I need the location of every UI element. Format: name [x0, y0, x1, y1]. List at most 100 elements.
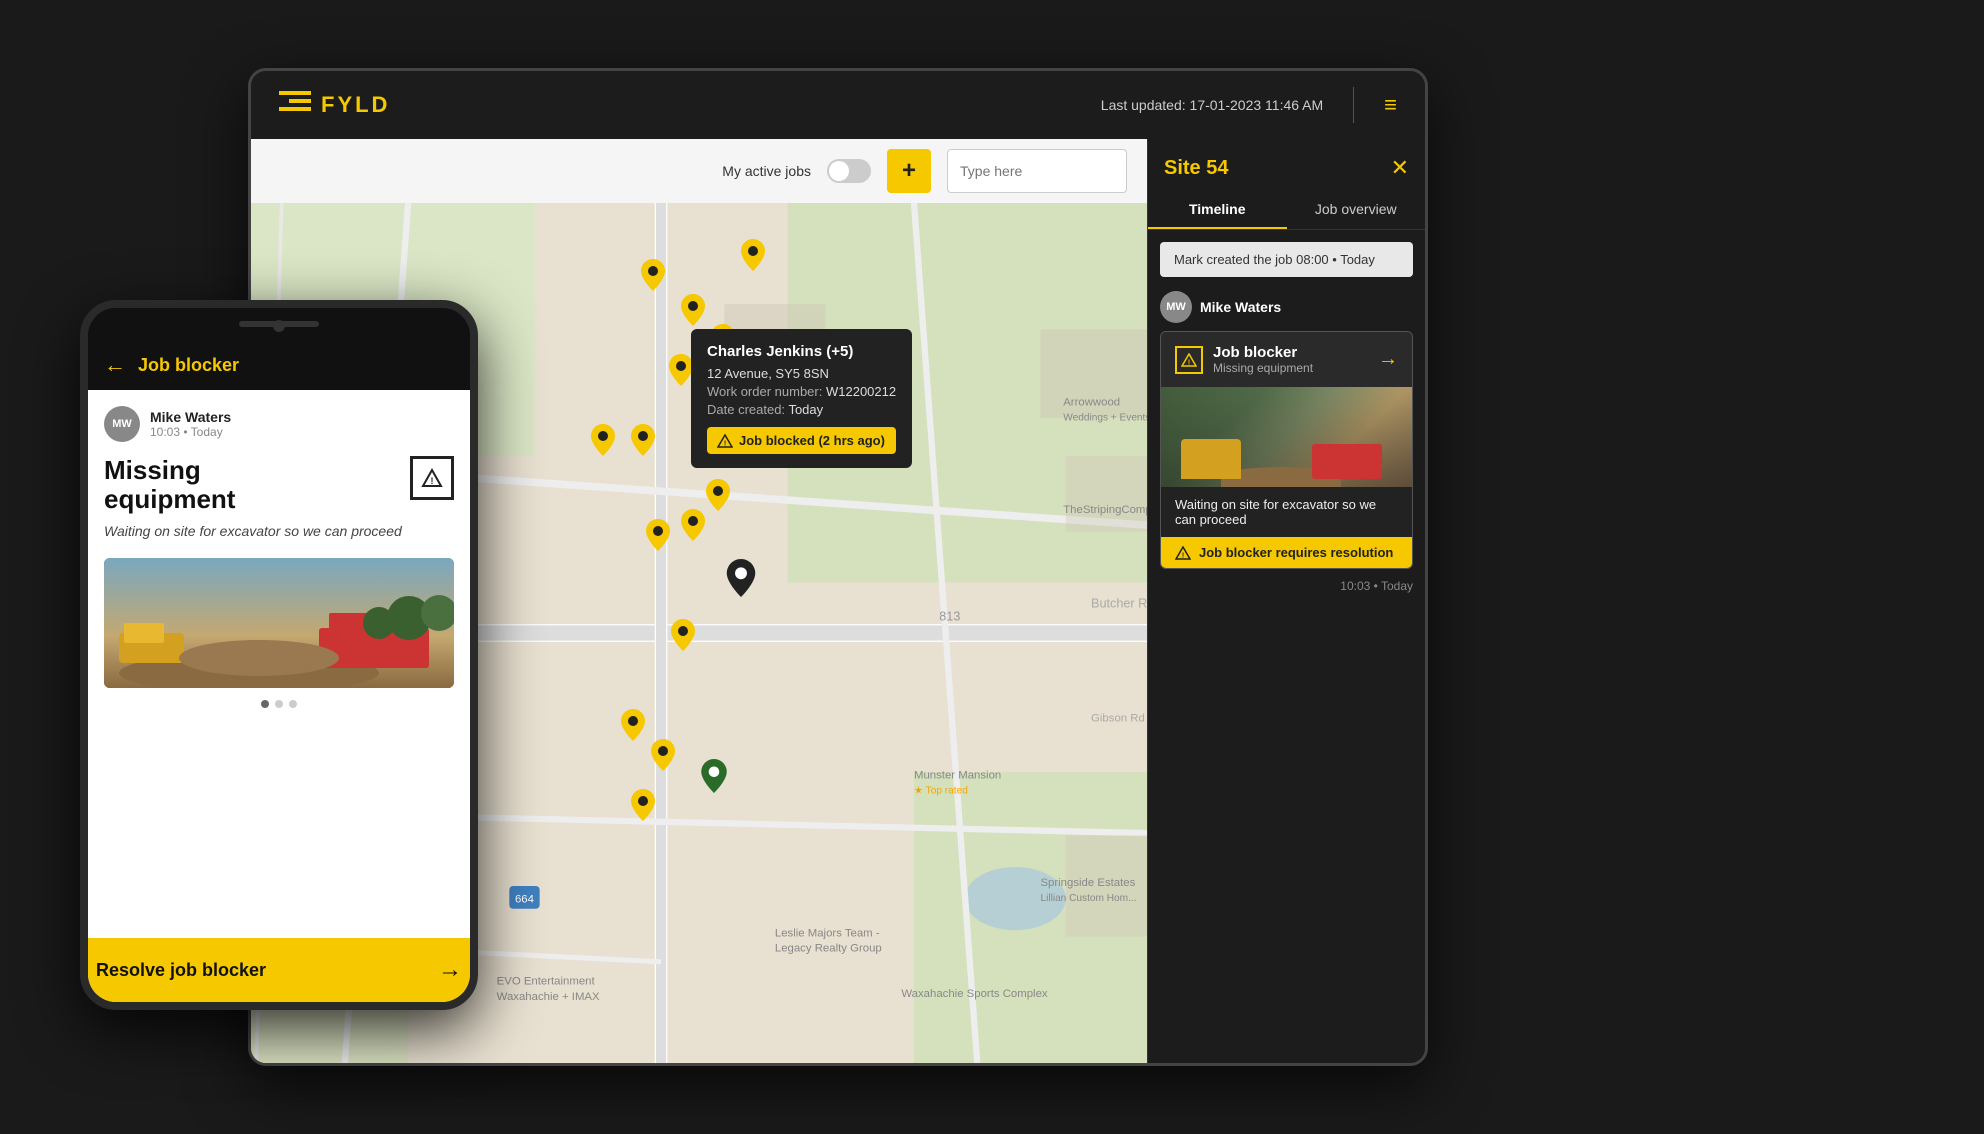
tab-timeline[interactable]: Timeline — [1148, 191, 1287, 229]
map-popup[interactable]: Charles Jenkins (+5) 12 Avenue, SY5 8SN … — [691, 329, 912, 468]
svg-text:664: 664 — [515, 893, 534, 905]
popup-name: Charles Jenkins (+5) — [707, 343, 896, 360]
svg-text:!: ! — [1182, 552, 1184, 559]
phone-app: ← Job blocker MW Mike Waters 10:03 • Tod… — [88, 340, 470, 1002]
tablet-topbar: FYLD Last updated: 17-01-2023 11:46 AM ≡ — [251, 71, 1425, 139]
job-blocker-sub: Missing equipment — [1213, 361, 1313, 375]
phone-user-row: MW Mike Waters 10:03 • Today — [104, 406, 454, 442]
map-pin[interactable] — [741, 239, 765, 271]
user-avatar: MW — [1160, 291, 1192, 323]
phone-description: Waiting on site for excavator so we can … — [104, 521, 454, 542]
map-pin[interactable] — [631, 789, 655, 821]
fyld-logo-text: FYLD — [321, 92, 390, 118]
svg-text:Legacy Realty Group: Legacy Realty Group — [775, 943, 882, 955]
right-panel-tabs: Timeline Job overview — [1148, 191, 1425, 230]
svg-text:★ Top rated: ★ Top rated — [914, 786, 968, 797]
warning-icon: ! — [1175, 346, 1203, 374]
map-pin[interactable] — [681, 294, 705, 326]
phone-user-info: Mike Waters 10:03 • Today — [150, 409, 231, 439]
svg-text:Springside Estates: Springside Estates — [1040, 877, 1135, 889]
svg-text:813: 813 — [939, 609, 960, 623]
dot-1 — [261, 700, 269, 708]
job-blocker-title: Job blocker — [1213, 344, 1313, 361]
resolve-job-blocker-button[interactable]: Resolve job blocker → — [80, 938, 478, 1002]
svg-text:Arrowwood: Arrowwood — [1063, 396, 1120, 408]
job-blocker-arrow[interactable]: → — [1378, 348, 1398, 371]
job-blocked-badge: ! Job blocked (2 hrs ago) — [707, 427, 896, 454]
map-pin-green[interactable] — [701, 759, 727, 793]
site-title: Site 54 — [1164, 157, 1228, 180]
add-job-button[interactable]: + — [887, 149, 931, 193]
fyld-logo-icon — [279, 91, 311, 119]
phone-user-time: 10:03 • Today — [150, 425, 231, 439]
phone-missing-title: Missing equipment — [104, 456, 235, 513]
last-updated-text: Last updated: 17-01-2023 11:46 AM — [1101, 97, 1323, 113]
svg-text:Munster Mansion: Munster Mansion — [914, 769, 1001, 781]
map-pin[interactable] — [669, 354, 693, 386]
map-pin-black[interactable] — [726, 559, 756, 597]
phone-body: MW Mike Waters 10:03 • Today Missing equ… — [88, 390, 470, 938]
card-description: Waiting on site for excavator so we can … — [1161, 487, 1412, 537]
map-pin[interactable] — [621, 709, 645, 741]
phone-user-name: Mike Waters — [150, 409, 231, 425]
popup-address: 12 Avenue, SY5 8SN — [707, 366, 896, 381]
active-jobs-toggle[interactable] — [827, 159, 871, 183]
menu-icon[interactable]: ≡ — [1384, 92, 1397, 118]
user-name: Mike Waters — [1200, 299, 1281, 315]
phone-title-row: Missing equipment ! — [104, 456, 454, 513]
job-blocker-card[interactable]: ! Job blocker Missing equipment → — [1160, 331, 1413, 569]
popup-work-order: Work order number: W12200212 — [707, 384, 896, 399]
phone-avatar: MW — [104, 406, 140, 442]
svg-text:Weddings + Events: Weddings + Events — [1063, 413, 1147, 424]
phone-notch — [88, 308, 470, 340]
right-panel: Site 54 ✕ Timeline Job overview Mark cre… — [1147, 139, 1425, 1063]
timeline-timestamp: 10:03 • Today — [1160, 579, 1413, 593]
dot-2 — [275, 700, 283, 708]
job-blocker-header-left: ! Job blocker Missing equipment — [1175, 344, 1313, 375]
map-pin[interactable] — [706, 479, 730, 511]
phone-frame: ← Job blocker MW Mike Waters 10:03 • Tod… — [80, 300, 478, 1010]
map-pin[interactable] — [681, 509, 705, 541]
my-active-jobs-label: My active jobs — [722, 163, 811, 179]
phone-header-title: Job blocker — [138, 355, 239, 376]
svg-text:!: ! — [724, 440, 726, 447]
tab-job-overview[interactable]: Job overview — [1287, 191, 1426, 229]
svg-text:EVO Entertainment: EVO Entertainment — [497, 976, 596, 988]
cta-arrow-icon: → — [438, 956, 462, 984]
svg-text:Lillian Custom Hom...: Lillian Custom Hom... — [1040, 893, 1136, 904]
construction-scene — [1161, 427, 1412, 487]
timeline-user-row: MW Mike Waters — [1160, 291, 1413, 323]
card-image — [1161, 387, 1412, 487]
map-pin[interactable] — [591, 424, 615, 456]
svg-text:Waxahachie + IMAX: Waxahachie + IMAX — [497, 991, 600, 1003]
job-blocker-card-text: Job blocker Missing equipment — [1213, 344, 1313, 375]
svg-text:Gibson Rd: Gibson Rd — [1091, 713, 1145, 725]
svg-text:!: ! — [431, 476, 434, 486]
created-text: Mark created the job 08:00 • Today — [1174, 252, 1375, 267]
map-pin[interactable] — [646, 519, 670, 551]
close-panel-button[interactable]: ✕ — [1391, 155, 1409, 181]
svg-text:Leslie Majors Team -: Leslie Majors Team - — [775, 928, 880, 940]
topbar-divider — [1353, 87, 1354, 123]
dot-3 — [289, 700, 297, 708]
back-button[interactable]: ← — [104, 352, 126, 378]
map-pin[interactable] — [671, 619, 695, 651]
resolution-banner: ! Job blocker requires resolution — [1161, 537, 1412, 568]
phone-camera — [273, 320, 285, 332]
svg-text:TheStripingCompany: TheStripingCompany — [1063, 504, 1147, 516]
map-toolbar: My active jobs + — [251, 139, 1147, 203]
popup-date: Date created: Today — [707, 402, 896, 417]
search-input[interactable] — [947, 149, 1127, 193]
map-pin[interactable] — [651, 739, 675, 771]
phone-card-image — [104, 558, 454, 688]
map-pin[interactable] — [641, 259, 665, 291]
map-pin[interactable] — [631, 424, 655, 456]
svg-text:!: ! — [1188, 359, 1190, 366]
job-blocker-card-header: ! Job blocker Missing equipment → — [1161, 332, 1412, 387]
phone-warning-icon: ! — [410, 456, 454, 500]
right-panel-body: Mark created the job 08:00 • Today MW Mi… — [1148, 230, 1425, 1063]
cta-label: Resolve job blocker — [96, 960, 266, 981]
right-panel-header: Site 54 ✕ — [1148, 139, 1425, 181]
phone-header: ← Job blocker — [88, 340, 470, 390]
svg-text:Waxahachie Sports Complex: Waxahachie Sports Complex — [901, 988, 1048, 1000]
